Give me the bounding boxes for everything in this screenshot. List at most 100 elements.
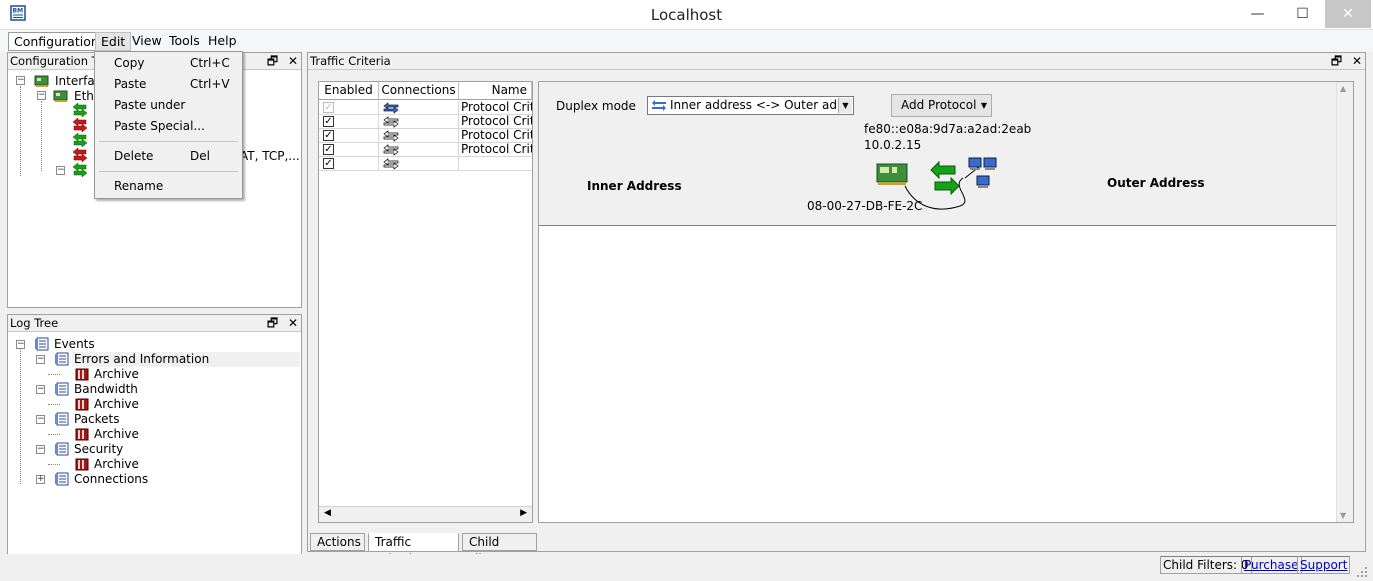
resize-grip-icon[interactable] <box>1356 566 1368 578</box>
connection-arrows-icon <box>383 158 399 171</box>
menu-item-paste[interactable]: Paste Ctrl+V <box>95 75 242 94</box>
expand-icon[interactable]: + <box>36 475 45 484</box>
menu-help[interactable]: Help <box>203 32 242 51</box>
collapse-icon[interactable]: − <box>36 355 45 364</box>
duplex-mode-value: Inner address <-> Outer addres <box>670 98 836 112</box>
log-tree-item[interactable]: Events <box>54 337 95 352</box>
scroll-right-icon[interactable]: ▶ <box>520 508 527 518</box>
log-tree-item[interactable]: Archive <box>94 457 139 472</box>
dock-icon[interactable]: 🗗 <box>267 54 278 68</box>
green-arrows-icon <box>72 133 88 147</box>
table-row[interactable]: ✓ Protocol Crit <box>319 115 532 129</box>
tree-line <box>48 434 60 435</box>
enabled-checkbox[interactable]: ✓ <box>323 158 334 169</box>
archive-icon <box>74 427 90 441</box>
log-tree-item[interactable]: Connections <box>74 472 148 487</box>
menu-tools[interactable]: Tools <box>164 32 205 51</box>
menu-view[interactable]: View <box>127 32 167 51</box>
collapse-icon[interactable]: − <box>36 445 45 454</box>
dropdown-arrow-icon: ▼ <box>980 101 987 110</box>
log-tree-item[interactable]: Archive <box>94 367 139 382</box>
status-bar: Child Filters: 0 Purchase Support <box>0 554 1373 581</box>
red-arrows-icon <box>72 148 88 162</box>
menu-item-rename[interactable]: Rename <box>95 177 242 196</box>
tree-item-rule[interactable]: AT, TCP,... <box>240 149 300 164</box>
collapse-icon[interactable]: − <box>56 166 65 175</box>
close-icon[interactable]: ✕ <box>1352 54 1362 68</box>
duplex-settings: Duplex mode Inner address <-> Outer addr… <box>539 82 1338 226</box>
log-tree-item[interactable]: Errors and Information <box>74 352 209 367</box>
close-button[interactable]: ✕ <box>1325 0 1371 28</box>
tree-line <box>41 101 42 171</box>
purchase-link[interactable]: Purchase <box>1241 556 1302 574</box>
enabled-checkbox[interactable]: ✓ <box>323 116 334 127</box>
menu-item-paste-special[interactable]: Paste Special... <box>95 117 242 136</box>
scroll-left-icon[interactable]: ◀ <box>324 508 331 518</box>
close-icon[interactable]: ✕ <box>288 316 298 330</box>
connection-arrows-icon <box>383 144 399 157</box>
log-tree-item[interactable]: Bandwidth <box>74 382 138 397</box>
tab-child-filters[interactable]: Child Filters <box>462 533 537 566</box>
horizontal-scrollbar[interactable]: ◀ ▶ <box>319 506 532 522</box>
panel-header: Log Tree 🗗 ✕ <box>8 315 301 332</box>
dock-icon[interactable]: 🗗 <box>1331 54 1342 68</box>
enabled-checkbox[interactable]: ✓ <box>323 144 334 155</box>
archive-icon <box>74 367 90 381</box>
vertical-scrollbar[interactable]: ▲ ▼ <box>1336 82 1353 522</box>
log-tree-item[interactable]: Security <box>74 442 123 457</box>
tab-actions[interactable]: Actions <box>310 533 365 551</box>
table-row[interactable]: ✓ Protocol Crit <box>319 101 532 115</box>
log-icon <box>54 382 70 396</box>
duplex-mode-select[interactable]: Inner address <-> Outer addres ▼ <box>647 96 854 115</box>
table-row[interactable]: ✓ Protocol Crit <box>319 129 532 143</box>
enabled-checkbox[interactable]: ✓ <box>323 102 334 113</box>
dock-icon[interactable]: 🗗 <box>267 316 278 330</box>
column-header-enabled[interactable]: Enabled <box>319 82 379 100</box>
collapse-icon[interactable]: − <box>36 415 45 424</box>
network-card-icon <box>34 75 49 87</box>
child-filters-count: Child Filters: 0 <box>1160 556 1252 574</box>
collapse-icon[interactable]: − <box>36 385 45 394</box>
menu-edit[interactable]: Edit <box>95 32 132 51</box>
network-card-icon <box>53 90 68 102</box>
log-tree-item[interactable]: Archive <box>94 397 139 412</box>
support-link[interactable]: Support <box>1297 556 1351 574</box>
log-tree-item[interactable]: Archive <box>94 427 139 442</box>
log-tree-item[interactable]: Packets <box>74 412 120 427</box>
dropdown-arrow-icon[interactable]: ▼ <box>838 98 852 113</box>
green-arrows-icon <box>72 103 88 117</box>
criteria-grid: Enabled Connections Name ✓ Protocol Crit ✓… <box>318 81 533 523</box>
log-icon <box>54 442 70 456</box>
minimize-button[interactable]: — <box>1235 0 1280 28</box>
menu-item-paste-under[interactable]: Paste under <box>95 96 242 115</box>
menu-item-shortcut: Ctrl+C <box>190 56 230 70</box>
menu-item-label: Paste under <box>114 98 186 112</box>
maximize-button[interactable]: ☐ <box>1280 0 1325 28</box>
collapse-icon[interactable]: − <box>16 76 25 85</box>
column-header-name[interactable]: Name <box>459 82 532 100</box>
menu-item-copy[interactable]: Copy Ctrl+C <box>95 54 242 73</box>
menu-separator <box>99 171 238 172</box>
scroll-up-icon[interactable]: ▲ <box>1340 84 1346 93</box>
collapse-icon[interactable]: − <box>16 340 25 349</box>
menu-item-delete[interactable]: Delete Del <box>95 147 242 166</box>
menu-configuration[interactable]: Configuration <box>8 32 105 51</box>
table-row[interactable]: ✓ Protocol Crit <box>319 143 532 157</box>
tab-traffic-criteria[interactable]: Traffic Criteria <box>368 533 459 566</box>
close-icon[interactable]: ✕ <box>288 54 298 68</box>
panel-title: Log Tree <box>10 316 59 330</box>
criteria-name <box>459 157 532 171</box>
menu-bar: Configuration Edit View Tools Help <box>0 30 1373 52</box>
column-header-connections[interactable]: Connections <box>379 82 459 100</box>
scroll-down-icon[interactable]: ▼ <box>1340 511 1346 520</box>
detail-view: Duplex mode Inner address <-> Outer addr… <box>538 81 1354 523</box>
tree-line <box>48 404 60 405</box>
menu-item-shortcut: Del <box>190 149 210 163</box>
ipv4-address: 10.0.2.15 <box>864 138 922 152</box>
enabled-checkbox[interactable]: ✓ <box>323 130 334 141</box>
add-protocol-button[interactable]: Add Protocol ▼ <box>891 94 992 117</box>
collapse-icon[interactable]: − <box>37 91 46 100</box>
log-icon <box>54 352 70 366</box>
red-arrows-icon <box>72 118 88 132</box>
table-row[interactable]: ✓ <box>319 157 532 171</box>
